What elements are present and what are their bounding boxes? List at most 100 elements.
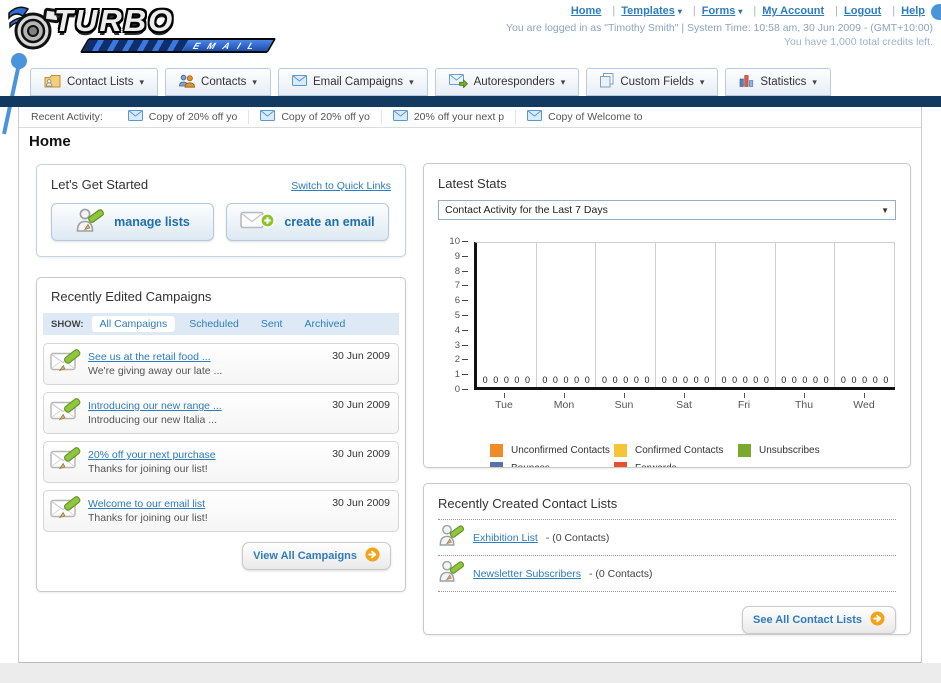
logo-title: TURBO xyxy=(54,3,175,38)
autoresponder-icon xyxy=(448,73,468,91)
get-started-button[interactable]: manage lists xyxy=(51,203,214,241)
campaign-title-link[interactable]: See us at the retail food ... xyxy=(88,350,332,364)
contact-lists-panel: Recently Created Contact Lists Exhibitio… xyxy=(423,483,911,635)
data-value-label: 0 xyxy=(563,375,569,385)
recent-activity-item[interactable]: Copy of Welcome to xyxy=(516,110,653,124)
logo-stripes xyxy=(82,40,190,51)
main-container: Recent Activity: Copy of 20% off yo Copy… xyxy=(18,107,922,663)
campaign-item-icon xyxy=(50,495,88,527)
campaign-filter[interactable]: Archived xyxy=(296,316,353,332)
campaign-card[interactable]: 20% off your next purchase Thanks for jo… xyxy=(43,441,399,483)
top-nav-link[interactable]: Templates ▾ xyxy=(621,5,695,17)
contact-lists-title: Recently Created Contact Lists xyxy=(438,496,618,511)
campaign-card[interactable]: See us at the retail food ... We're givi… xyxy=(43,343,399,385)
legend-label: Confirmed Contacts xyxy=(635,445,724,456)
recent-activity-item[interactable]: 20% off your next p xyxy=(382,110,517,124)
top-nav-link[interactable]: Forms ▾ xyxy=(702,5,757,17)
campaign-filter[interactable]: Sent xyxy=(253,316,291,332)
legend-label: Forwards xyxy=(635,463,677,467)
campaign-date: 30 Jun 2009 xyxy=(332,399,390,411)
top-nav-link[interactable]: Home xyxy=(571,5,615,17)
legend-item: Forwards xyxy=(614,462,738,467)
data-value-label: 0 xyxy=(672,375,678,385)
main-tab[interactable]: Email Campaigns ▾ xyxy=(277,68,428,96)
contact-activity-chart: 10 9 8 7 6 5 4 3 2 1 0 000000000000000000000000000… xyxy=(438,236,896,430)
recent-activity-label: Recent Activity: xyxy=(31,111,103,123)
view-all-campaigns-button[interactable]: View All Campaigns xyxy=(242,542,391,570)
campaign-title-link[interactable]: Welcome to our email list xyxy=(88,497,332,511)
y-tick-mark xyxy=(462,270,468,272)
get-started-button[interactable]: create an email xyxy=(226,203,389,241)
y-tick-label: 1 xyxy=(454,369,460,381)
contact-list-item[interactable]: Newsletter Subscribers - (0 Contacts) xyxy=(438,556,896,592)
latest-stats-title: Latest Stats xyxy=(438,176,507,191)
top-nav: Home Templates ▾ Forms ▾ My Account Logo… xyxy=(565,5,925,17)
chart-category-group: 00000 xyxy=(835,243,896,387)
data-value-label: 0 xyxy=(732,375,738,385)
data-value-label: 0 xyxy=(840,375,846,385)
data-value-label: 0 xyxy=(493,375,499,385)
data-value-label: 0 xyxy=(763,375,769,385)
contact-list-count: - (0 Contacts) xyxy=(545,531,610,544)
top-nav-link[interactable]: Logout xyxy=(844,5,895,17)
top-nav-link[interactable]: Help xyxy=(901,5,925,17)
turbo-email-logo[interactable]: TURBO EMAIL xyxy=(6,3,277,53)
switch-quick-links-link[interactable]: Switch to Quick Links xyxy=(291,180,391,192)
contact-list-link[interactable]: Newsletter Subscribers xyxy=(473,568,581,580)
campaign-filter[interactable]: Scheduled xyxy=(181,316,247,332)
contact-list-item[interactable]: Exhibition List - (0 Contacts) xyxy=(438,520,896,556)
legend-item: Unconfirmed Contacts xyxy=(490,444,614,457)
campaign-card[interactable]: Welcome to our email list Thanks for joi… xyxy=(43,490,399,532)
recent-activity-item[interactable]: Copy of 20% off yo xyxy=(117,110,250,124)
x-tick-mark xyxy=(503,393,505,398)
logo-subtitle: EMAIL xyxy=(190,41,265,51)
chart-plot-area: 00000000000000000000000000000000000 xyxy=(474,242,896,390)
campaign-filter[interactable]: All Campaigns xyxy=(91,316,176,332)
credits-text: You have 1,000 total credits left. xyxy=(783,36,933,48)
campaign-subtitle: Thanks for joining our list! xyxy=(88,512,208,524)
chart-x-axis: Tue Mon Sun Sat Fri Thu Wed xyxy=(474,393,895,411)
top-nav-link[interactable]: My Account xyxy=(762,5,838,17)
x-axis-label: Wed xyxy=(853,399,875,411)
chart-category-group: 00000 xyxy=(596,243,657,387)
main-tab[interactable]: Autoresponders ▾ xyxy=(434,68,580,96)
campaign-subtitle: We're giving away our late ... xyxy=(88,365,223,377)
contact-list-link[interactable]: Exhibition List xyxy=(473,532,538,544)
data-value-label: 0 xyxy=(704,375,710,385)
legend-swatch xyxy=(614,462,627,467)
y-tick-label: 4 xyxy=(454,324,460,336)
x-axis-label: Sat xyxy=(676,399,692,411)
stats-report-select[interactable]: Contact Activity for the Last 7 Days ▼ xyxy=(438,200,896,220)
create-email-icon xyxy=(240,209,276,235)
chevron-down-icon: ▾ xyxy=(560,76,566,87)
logo-email-bar: EMAIL xyxy=(79,38,277,53)
data-value-label: 0 xyxy=(633,375,639,385)
campaign-title-link[interactable]: 20% off your next purchase xyxy=(88,448,332,462)
y-tick-label: 6 xyxy=(454,295,460,307)
campaign-item-icon xyxy=(50,348,88,380)
y-tick-label: 0 xyxy=(454,384,460,395)
legend-swatch xyxy=(738,444,751,457)
y-tick-label: 2 xyxy=(454,354,460,366)
contact-list-count: - (0 Contacts) xyxy=(588,567,653,580)
main-tab[interactable]: Statistics ▾ xyxy=(725,68,831,96)
main-tab[interactable]: Contacts ▾ xyxy=(165,68,271,96)
main-tab[interactable]: Contact Lists ▾ xyxy=(30,68,159,96)
campaign-title-link[interactable]: Introducing our new range ... xyxy=(88,399,332,413)
footer-strip xyxy=(0,663,941,683)
chart-category-group: 00000 xyxy=(656,243,716,387)
see-all-contact-lists-button[interactable]: See All Contact Lists xyxy=(741,606,896,634)
campaigns-title: Recently Edited Campaigns xyxy=(51,289,212,304)
campaign-subtitle: Introducing our new Italia ... xyxy=(88,414,217,426)
x-tick-mark xyxy=(803,393,805,398)
legend-item: Bounces xyxy=(490,462,614,467)
y-tick-label: 8 xyxy=(454,265,460,277)
data-value-label: 0 xyxy=(823,375,829,385)
main-tab[interactable]: Custom Fields ▾ xyxy=(586,68,719,96)
data-value-label: 0 xyxy=(742,375,748,385)
y-tick-mark xyxy=(462,374,468,376)
recent-activity-item[interactable]: Copy of 20% off yo xyxy=(249,110,382,124)
header: TURBO EMAIL Home Templates ▾ Forms ▾ xyxy=(0,0,941,135)
data-value-label: 0 xyxy=(661,375,667,385)
campaign-card[interactable]: Introducing our new range ... Introducin… xyxy=(43,392,399,434)
